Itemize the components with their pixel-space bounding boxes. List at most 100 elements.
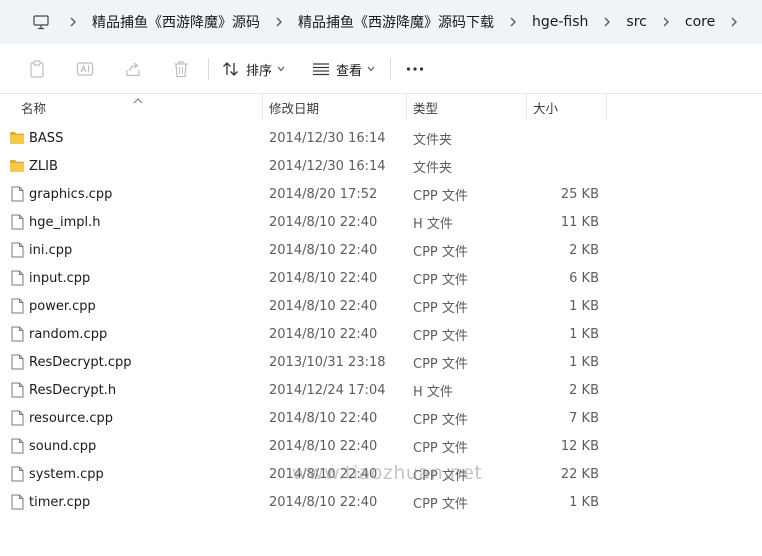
file-name: input.cpp bbox=[29, 270, 91, 286]
column-header-name[interactable]: 名称 bbox=[21, 94, 46, 120]
file-name: random.cpp bbox=[29, 326, 108, 342]
file-icon bbox=[9, 460, 25, 488]
file-type: CPP 文件 bbox=[413, 496, 468, 512]
file-row[interactable]: sound.cpp 2014/8/10 22:40 CPP 文件 12 KB bbox=[0, 432, 762, 460]
file-row[interactable]: graphics.cpp 2014/8/20 17:52 CPP 文件 25 KB bbox=[0, 180, 762, 208]
file-row[interactable]: input.cpp 2014/8/10 22:40 CPP 文件 6 KB bbox=[0, 264, 762, 292]
file-icon bbox=[9, 236, 25, 264]
file-type: CPP 文件 bbox=[413, 440, 468, 456]
file-modified-date: 2014/8/10 22:40 bbox=[269, 326, 378, 342]
file-name: BASS bbox=[29, 130, 64, 146]
file-modified-date: 2014/12/30 16:14 bbox=[269, 130, 386, 146]
chevron-right-icon[interactable] bbox=[504, 11, 522, 33]
delete-button[interactable] bbox=[170, 56, 192, 82]
file-size: 2 KB bbox=[569, 382, 599, 398]
column-header-date[interactable]: 修改日期 bbox=[269, 94, 319, 120]
column-divider[interactable] bbox=[406, 94, 407, 120]
folder-row[interactable]: ZLIB 2014/12/30 16:14 文件夹 bbox=[0, 152, 762, 180]
file-type: CPP 文件 bbox=[413, 300, 468, 316]
breadcrumb-item[interactable]: 精品捕鱼《西游降魔》源码下载 bbox=[292, 9, 500, 35]
file-type: H 文件 bbox=[413, 216, 453, 232]
chevron-right-icon[interactable] bbox=[270, 11, 288, 33]
breadcrumb-item[interactable]: hge-fish bbox=[526, 11, 594, 33]
file-icon bbox=[9, 432, 25, 460]
file-name: hge_impl.h bbox=[29, 214, 101, 230]
file-row[interactable]: ResDecrypt.cpp 2013/10/31 23:18 CPP 文件 1 KB bbox=[0, 348, 762, 376]
toolbar-divider bbox=[390, 58, 391, 80]
sort-label: 排序 bbox=[246, 63, 273, 79]
chevron-down-icon bbox=[277, 66, 285, 72]
file-row[interactable]: hge_impl.h 2014/8/10 22:40 H 文件 11 KB bbox=[0, 208, 762, 236]
chevron-right-icon[interactable] bbox=[725, 11, 743, 33]
file-name: resource.cpp bbox=[29, 410, 114, 426]
file-modified-date: 2014/8/10 22:40 bbox=[269, 270, 378, 286]
file-type: 文件夹 bbox=[413, 160, 453, 176]
breadcrumb-item[interactable]: src bbox=[620, 11, 652, 33]
share-icon bbox=[126, 62, 140, 77]
rename-icon bbox=[76, 62, 94, 76]
view-label: 查看 bbox=[336, 63, 363, 79]
file-row[interactable]: ResDecrypt.h 2014/12/24 17:04 H 文件 2 KB bbox=[0, 376, 762, 404]
file-size: 1 KB bbox=[569, 494, 599, 510]
folder-row[interactable]: BASS 2014/12/30 16:14 文件夹 bbox=[0, 124, 762, 152]
file-size: 6 KB bbox=[569, 270, 599, 286]
this-pc-icon[interactable] bbox=[30, 11, 52, 33]
file-size: 2 KB bbox=[569, 242, 599, 258]
file-icon bbox=[9, 404, 25, 432]
file-icon bbox=[9, 264, 25, 292]
more-options-button[interactable] bbox=[404, 56, 426, 82]
view-button[interactable]: 查看 bbox=[312, 56, 375, 82]
file-size bbox=[530, 124, 599, 152]
toolbar-divider bbox=[208, 58, 209, 80]
file-icon bbox=[9, 292, 25, 320]
chevron-right-icon[interactable] bbox=[598, 11, 616, 33]
file-modified-date: 2014/8/10 22:40 bbox=[269, 494, 378, 510]
paste-button[interactable] bbox=[26, 56, 48, 82]
file-size: 25 KB bbox=[560, 186, 599, 202]
more-icon bbox=[406, 67, 424, 71]
file-type: H 文件 bbox=[413, 384, 453, 400]
file-row[interactable]: power.cpp 2014/8/10 22:40 CPP 文件 1 KB bbox=[0, 292, 762, 320]
file-modified-date: 2014/8/10 22:40 bbox=[269, 242, 378, 258]
chevron-right-icon[interactable] bbox=[657, 11, 675, 33]
sort-button[interactable]: 排序 bbox=[222, 56, 285, 82]
breadcrumb-item[interactable]: 精品捕鱼《西游降魔》源码 bbox=[86, 9, 266, 35]
file-type: CPP 文件 bbox=[413, 272, 468, 288]
trash-icon bbox=[174, 61, 188, 78]
file-name: graphics.cpp bbox=[29, 186, 113, 202]
chevron-right-icon[interactable] bbox=[64, 11, 82, 33]
file-name: ZLIB bbox=[29, 158, 58, 174]
paste-icon bbox=[30, 60, 44, 78]
file-type: CPP 文件 bbox=[413, 412, 468, 428]
command-bar: 排序 查看 bbox=[0, 44, 762, 94]
file-modified-date: 2014/8/20 17:52 bbox=[269, 186, 378, 202]
column-divider[interactable] bbox=[262, 94, 263, 120]
file-modified-date: 2014/12/30 16:14 bbox=[269, 158, 386, 174]
file-row[interactable]: ini.cpp 2014/8/10 22:40 CPP 文件 2 KB bbox=[0, 236, 762, 264]
breadcrumb-item-current[interactable]: core bbox=[679, 11, 721, 33]
file-row[interactable]: resource.cpp 2014/8/10 22:40 CPP 文件 7 KB bbox=[0, 404, 762, 432]
file-row[interactable]: timer.cpp 2014/8/10 22:40 CPP 文件 1 KB bbox=[0, 488, 762, 516]
file-name: ResDecrypt.cpp bbox=[29, 354, 132, 370]
file-size: 22 KB bbox=[560, 466, 599, 482]
file-name: sound.cpp bbox=[29, 438, 97, 454]
file-size: 1 KB bbox=[569, 326, 599, 342]
column-divider[interactable] bbox=[606, 94, 607, 120]
column-divider[interactable] bbox=[526, 94, 527, 120]
file-modified-date: 2014/8/10 22:40 bbox=[269, 438, 378, 454]
file-type: CPP 文件 bbox=[413, 244, 468, 260]
file-row[interactable]: random.cpp 2014/8/10 22:40 CPP 文件 1 KB bbox=[0, 320, 762, 348]
file-type: CPP 文件 bbox=[413, 356, 468, 372]
sort-ascending-icon bbox=[133, 92, 143, 107]
file-type: 文件夹 bbox=[413, 132, 453, 148]
rename-button[interactable] bbox=[74, 56, 96, 82]
folder-icon bbox=[9, 124, 25, 152]
column-header-size[interactable]: 大小 bbox=[533, 94, 558, 120]
share-button[interactable] bbox=[122, 56, 144, 82]
file-size: 7 KB bbox=[569, 410, 599, 426]
view-icon bbox=[313, 63, 329, 76]
file-size: 1 KB bbox=[569, 298, 599, 314]
folder-icon bbox=[9, 152, 25, 180]
column-header-type[interactable]: 类型 bbox=[413, 94, 438, 120]
file-explorer-window: 精品捕鱼《西游降魔》源码 精品捕鱼《西游降魔》源码下载 hge-fish src… bbox=[0, 0, 762, 556]
